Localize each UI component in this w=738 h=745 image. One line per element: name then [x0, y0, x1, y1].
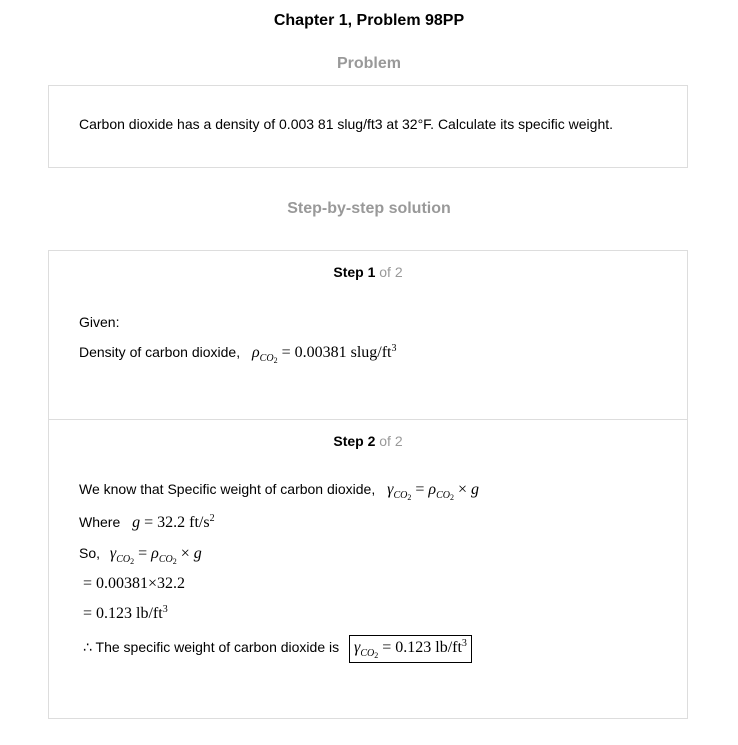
g-equation: g = 32.2 ft/s2 — [132, 513, 215, 531]
step-1-label: Step 1 — [333, 264, 376, 280]
step-1-density-line: Density of carbon dioxide, ρCO2 = 0.0038… — [79, 343, 397, 365]
answer-box: γCO2 = 0.123 lb/ft3 — [349, 635, 472, 663]
step-1-of: of 2 — [379, 264, 403, 280]
step-1-given: Given: — [79, 314, 120, 330]
page-title: Chapter 1, Problem 98PP — [273, 12, 465, 29]
step-1-header: Step 1 of 2 — [49, 264, 687, 280]
solution-box: Step 1 of 2 Given: Density of carbon dio… — [48, 250, 688, 719]
density-value: = 0.00381 slug/ft — [281, 344, 392, 361]
step-2-header: Step 2 of 2 — [49, 433, 687, 449]
step-2-intro: We know that Specific weight of carbon d… — [79, 481, 376, 497]
solution-heading: Step-by-step solution — [287, 200, 451, 217]
answer-value: = 0.123 lb/ft — [382, 639, 462, 656]
specific-weight-formula: γCO2 = ρCO2 × g — [387, 481, 480, 502]
step-2-where-line: Where g = 32.2 ft/s2 — [79, 513, 215, 532]
step-2-label: Step 2 — [333, 433, 376, 449]
g-value: = 32.2 ft/s — [144, 514, 210, 531]
step-2-so-line: So, γCO2 = ρCO2 × g — [79, 545, 202, 566]
step-2-of: of 2 — [379, 433, 403, 449]
so-label: So, — [79, 545, 101, 561]
so-formula: γCO2 = ρCO2 × g — [109, 545, 202, 566]
calc-line-2-value: = 0.123 lb/ft — [83, 605, 163, 622]
where-label: Where — [79, 514, 121, 530]
problem-box: Carbon dioxide has a density of 0.003 81… — [48, 85, 688, 168]
conclusion-line: ∴ The specific weight of carbon dioxide … — [83, 635, 472, 663]
step-1-density-label: Density of carbon dioxide, — [79, 344, 241, 360]
step-2-intro-line: We know that Specific weight of carbon d… — [79, 481, 479, 502]
problem-text: Carbon dioxide has a density of 0.003 81… — [79, 116, 614, 132]
conclusion-text: ∴ The specific weight of carbon dioxide … — [83, 639, 340, 655]
calc-line-1: = 0.00381×32.2 — [83, 575, 186, 592]
step-divider — [49, 419, 687, 420]
problem-heading: Problem — [336, 55, 401, 72]
density-equation: ρCO2 = 0.00381 slug/ft3 — [251, 343, 397, 365]
calc-line-2: = 0.123 lb/ft3 — [83, 604, 168, 622]
